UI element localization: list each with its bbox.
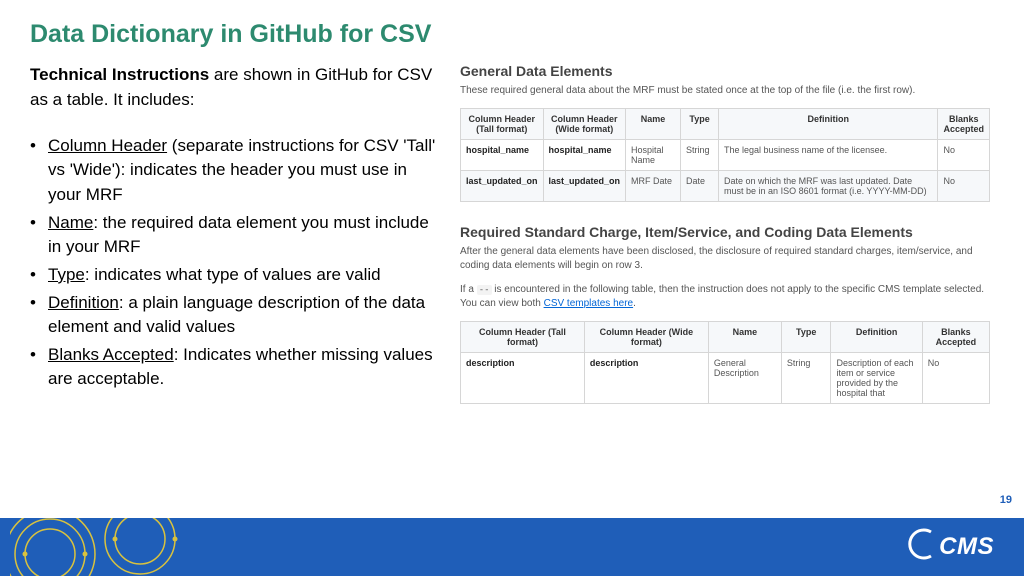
section2-desc2: If a -- is encountered in the following … (460, 283, 990, 311)
table-header-row: Column Header (Tall format) Column Heade… (461, 322, 990, 353)
cms-logo: CMS (905, 528, 994, 565)
table-row: hospital_name hospital_name Hospital Nam… (461, 140, 990, 171)
section2-desc1: After the general data elements have bee… (460, 245, 990, 273)
bullet-item: Type: indicates what type of values are … (30, 263, 440, 287)
content-area: Technical Instructions are shown in GitH… (0, 63, 1024, 404)
table-row: last_updated_on last_updated_on MRF Date… (461, 171, 990, 202)
intro-text: Technical Instructions are shown in GitH… (30, 63, 440, 112)
bullet-list: Column Header (separate instructions for… (30, 134, 440, 391)
csv-templates-link[interactable]: CSV templates here (544, 298, 634, 309)
page-number: 19 (1000, 494, 1012, 506)
presentation-slide: Data Dictionary in GitHub for CSV Techni… (0, 0, 1024, 576)
logo-swoosh-icon (905, 528, 935, 565)
section1-header: General Data Elements (460, 63, 990, 79)
right-column: General Data Elements These required gen… (460, 63, 990, 404)
section1-desc: These required general data about the MR… (460, 84, 990, 98)
bullet-item: Column Header (separate instructions for… (30, 134, 440, 206)
cms-logo-text: CMS (939, 533, 994, 561)
table-row: description description General Descript… (461, 353, 990, 404)
intro-bold: Technical Instructions (30, 65, 209, 84)
slide-title: Data Dictionary in GitHub for CSV (0, 0, 1024, 63)
general-data-table: Column Header (Tall format) Column Heade… (460, 108, 990, 202)
bullet-item: Name: the required data element you must… (30, 211, 440, 259)
table-header-row: Column Header (Tall format) Column Heade… (461, 109, 990, 140)
bullet-item: Blanks Accepted: Indicates whether missi… (30, 343, 440, 391)
footer-bar: CMS (0, 518, 1024, 576)
left-column: Technical Instructions are shown in GitH… (30, 63, 440, 404)
code-dash: -- (477, 285, 492, 295)
section2-header: Required Standard Charge, Item/Service, … (460, 224, 990, 240)
decorative-circles-icon (10, 518, 210, 576)
standard-charge-table: Column Header (Tall format) Column Heade… (460, 321, 990, 404)
bullet-item: Definition: a plain language description… (30, 291, 440, 339)
